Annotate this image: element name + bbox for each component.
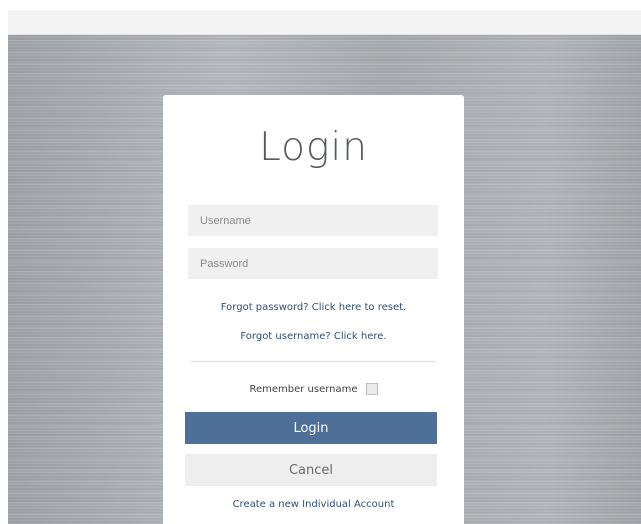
remember-username-row: Remember username: [163, 382, 464, 396]
login-button[interactable]: Login: [185, 412, 437, 444]
create-account-link[interactable]: Create a new Individual Account: [163, 499, 464, 510]
remember-username-label: Remember username: [249, 383, 358, 395]
remember-username-checkbox[interactable]: [365, 383, 378, 395]
cancel-button[interactable]: Cancel: [185, 454, 437, 486]
username-input[interactable]: [188, 205, 438, 236]
divider: [190, 361, 436, 362]
page: Login Forgot password? Click here to res…: [0, 0, 641, 524]
forgot-password-link[interactable]: Forgot password? Click here to reset.: [163, 302, 464, 313]
login-card: Login Forgot password? Click here to res…: [163, 95, 464, 524]
password-input[interactable]: [188, 248, 438, 279]
forgot-username-link[interactable]: Forgot username? Click here.: [163, 331, 464, 342]
login-title: Login: [259, 125, 368, 170]
top-bar: [8, 10, 641, 35]
